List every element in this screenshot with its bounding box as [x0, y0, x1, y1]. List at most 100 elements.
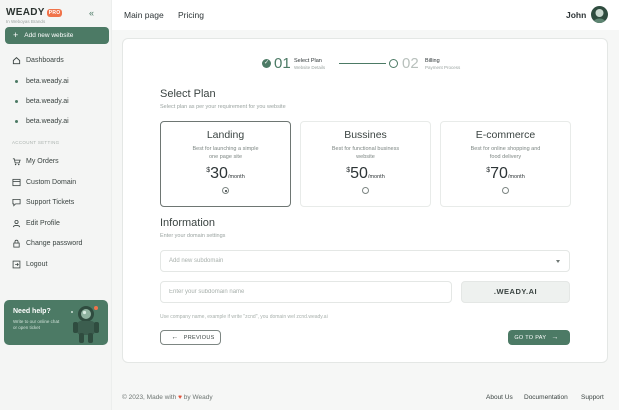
sidebar-item-label: Dashboards: [26, 56, 64, 64]
information-subtitle: Enter your domain settings: [160, 233, 226, 239]
previous-label: PREVIOUS: [183, 334, 215, 341]
top-nav: Main page Pricing John: [112, 0, 619, 30]
domain-suffix: .WEADY.AI: [461, 281, 570, 303]
account-settings-label: ACCOUNT SETTING: [12, 140, 60, 145]
arrow-left-icon: ←: [171, 334, 179, 341]
sidebar-item-label: beta.weady.ai: [26, 77, 69, 85]
logo: WEADY PRO: [6, 7, 63, 18]
chat-icon: [12, 198, 21, 207]
select-plan-title: Select Plan: [160, 88, 216, 100]
copyright-brand: by Weady: [183, 394, 213, 401]
select-plan-subtitle: Select plan as per your requirement for …: [160, 104, 286, 110]
select-placeholder: Add new subdomain: [169, 258, 224, 264]
sidebar-item-site-1[interactable]: beta.weady.ai: [12, 76, 69, 86]
sidebar: WEADY PRO In Weboyas Brands « + Add new …: [0, 0, 112, 410]
nav-link-pricing[interactable]: Pricing: [178, 10, 204, 20]
subdomain-hint: Use company name, example if write "zcnd…: [160, 314, 328, 320]
user-name[interactable]: John: [566, 10, 586, 20]
step-2-number: 02: [402, 55, 419, 72]
step-1-title: Select Plan: [294, 58, 322, 64]
step-connector: [339, 63, 386, 64]
heart-icon: ♥: [178, 394, 182, 401]
plan-card-landing[interactable]: Landing Best for launching a simple one …: [160, 121, 291, 207]
help-card[interactable]: Need help? Write to our online chat or o…: [4, 300, 108, 345]
sidebar-item-site-2[interactable]: beta.weady.ai: [12, 96, 69, 106]
step-2-title: Billing: [425, 58, 440, 64]
step-2-indicator: [389, 59, 398, 68]
sidebar-item-label: Edit Profile: [26, 219, 60, 227]
stepper: ✓ 01 Select Plan Website Details 02 Bill…: [259, 54, 479, 74]
subdomain-select[interactable]: Add new subdomain: [160, 250, 570, 272]
step-2-subtitle: Payment Process: [425, 65, 461, 70]
nav-link-main-page[interactable]: Main page: [124, 10, 164, 20]
avatar[interactable]: [591, 6, 608, 23]
information-title: Information: [160, 217, 216, 229]
dot-icon: [15, 79, 18, 83]
check-icon: ✓: [262, 59, 271, 68]
plan-radio[interactable]: [362, 187, 369, 194]
footer-link-documentation[interactable]: Documentation: [524, 394, 568, 401]
domain-icon: [12, 178, 21, 186]
sidebar-item-change-password[interactable]: Change password: [12, 238, 82, 248]
footer-copyright: © 2023, Made with ♥ by Weady: [122, 394, 213, 401]
sidebar-item-logout[interactable]: Logout: [12, 259, 47, 269]
price-period: /month: [367, 174, 385, 180]
add-website-label: Add new website: [24, 32, 74, 39]
sidebar-item-label: beta.weady.ai: [26, 97, 69, 105]
brand-name: WEADY: [6, 7, 45, 18]
sidebar-item-label: Custom Domain: [26, 178, 77, 186]
plan-price: $ 50 /month: [301, 165, 430, 182]
caret-down-icon: [556, 260, 560, 263]
logout-icon: [12, 260, 21, 268]
arrow-right-icon: →: [551, 334, 559, 341]
sidebar-item-label: Logout: [26, 260, 48, 268]
sidebar-item-dashboards[interactable]: Dashboards: [12, 55, 64, 65]
add-website-button[interactable]: + Add new website: [5, 27, 109, 44]
user-icon: [12, 219, 21, 227]
pro-badge: PRO: [46, 8, 63, 17]
copyright-text: © 2023, Made with: [122, 394, 177, 401]
plan-card-ecommerce[interactable]: E-commerce Best for online shopping and …: [440, 121, 571, 207]
astronaut-illustration: [71, 306, 99, 343]
sidebar-item-label: My Orders: [26, 157, 59, 165]
sidebar-item-support-tickets[interactable]: Support Tickets: [12, 197, 74, 207]
plan-description: Best for functional business website: [331, 146, 400, 160]
go-to-pay-button[interactable]: GO TO PAY →: [508, 330, 570, 345]
footer-link-support[interactable]: Support: [581, 394, 604, 401]
avatar-image: [593, 9, 606, 23]
house-icon: [12, 56, 21, 64]
lock-icon: [13, 239, 20, 248]
subdomain-input[interactable]: [160, 281, 452, 303]
dot-icon: [15, 99, 18, 103]
step-1-number: 01: [274, 55, 291, 72]
sidebar-item-my-orders[interactable]: My Orders: [12, 156, 59, 166]
sidebar-item-label: Support Tickets: [26, 198, 75, 206]
plan-description: Best for online shopping and food delive…: [470, 146, 541, 160]
plan-radio[interactable]: [502, 187, 509, 194]
help-title: Need help?: [13, 308, 51, 315]
plan-price: $ 70 /month: [441, 165, 570, 182]
plan-name: E-commerce: [475, 129, 536, 141]
plan-name: Landing: [206, 129, 245, 141]
brand-tagline: In Weboyas Brands: [6, 19, 46, 24]
price-period: /month: [507, 174, 525, 180]
plan-description: Best for launching a simple one page sit…: [192, 146, 259, 160]
sidebar-item-label: Change password: [26, 239, 83, 247]
sidebar-item-site-3[interactable]: beta.weady.ai: [12, 116, 69, 126]
plus-icon: +: [13, 30, 19, 40]
cart-icon: [12, 157, 21, 165]
previous-button[interactable]: ← PREVIOUS: [160, 330, 221, 345]
price-amount: 50: [350, 165, 368, 182]
plan-radio[interactable]: [222, 187, 229, 194]
plan-name: Bussines: [344, 129, 387, 141]
step-1-subtitle: Website Details: [294, 65, 326, 70]
sidebar-item-edit-profile[interactable]: Edit Profile: [12, 218, 60, 228]
brand[interactable]: WEADY PRO In Weboyas Brands: [6, 7, 63, 24]
double-chevron-left-icon[interactable]: «: [89, 8, 94, 18]
sidebar-item-custom-domain[interactable]: Custom Domain: [12, 177, 76, 187]
sidebar-item-label: beta.weady.ai: [26, 117, 69, 125]
checkout-card: ✓ 01 Select Plan Website Details 02 Bill…: [122, 38, 608, 363]
plan-card-business[interactable]: Bussines Best for functional business we…: [300, 121, 431, 207]
price-period: /month: [227, 174, 245, 180]
footer-link-about[interactable]: About Us: [486, 394, 513, 401]
